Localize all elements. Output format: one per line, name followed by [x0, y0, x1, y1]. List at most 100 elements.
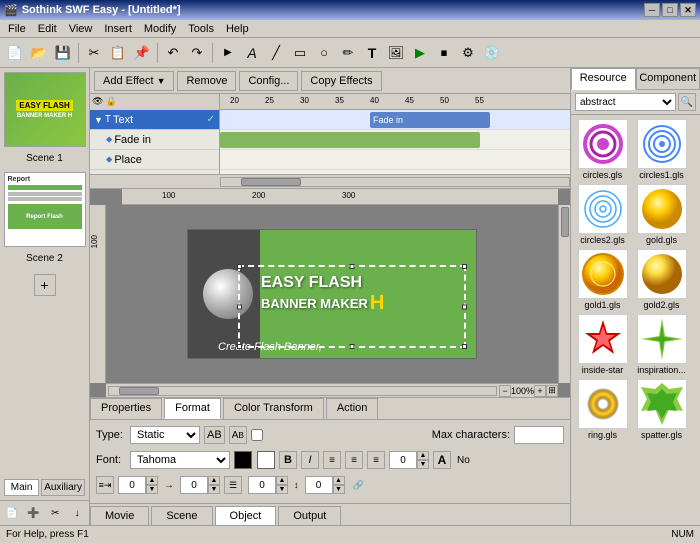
resource-circles1[interactable]: circles1.gls [634, 119, 689, 180]
canvas-hscroll-thumb[interactable] [119, 387, 159, 395]
line-button[interactable]: ╱ [265, 42, 287, 64]
tab-color-transform[interactable]: Color Transform [223, 398, 324, 419]
play-button[interactable]: ▶ [409, 42, 431, 64]
tab-properties[interactable]: Properties [90, 398, 162, 419]
font-select[interactable]: Tahoma [130, 451, 230, 469]
zoom-fit-button[interactable]: ⊞ [546, 385, 558, 397]
undo-button[interactable]: ↶ [162, 42, 184, 64]
tab-action[interactable]: Action [326, 398, 379, 419]
add-effect-button[interactable]: Add Effect ▼ [94, 71, 174, 91]
italic-button[interactable]: I [301, 451, 319, 469]
menu-modify[interactable]: Modify [138, 22, 182, 36]
expand-icon[interactable]: ▼ [94, 115, 103, 125]
scene-tool-2[interactable]: ➕ [25, 504, 43, 522]
text2-button[interactable]: T [361, 42, 383, 64]
cut-button[interactable]: ✂ [83, 42, 105, 64]
canvas-frame[interactable]: EASY FLASH BANNER MAKER H Create Flash B… [187, 229, 477, 359]
spacing-down[interactable]: ▼ [276, 485, 288, 494]
handle-left-mid[interactable] [237, 304, 242, 309]
export-button[interactable]: 💿 [481, 42, 503, 64]
search-button[interactable]: 🔍 [678, 93, 696, 111]
scene-1-thumb[interactable]: EASY FLASH BANNER MAKER H [4, 72, 86, 147]
font-color-picker[interactable] [234, 451, 252, 469]
timeline-scroll-thumb[interactable] [241, 178, 301, 186]
line-input[interactable] [305, 476, 333, 494]
add-scene-button[interactable]: + [34, 274, 56, 296]
close-button[interactable]: ✕ [680, 3, 696, 17]
size-a-button[interactable]: A [433, 451, 451, 469]
category-select[interactable]: abstract [575, 93, 676, 111]
timeline-track-place[interactable]: ⬥ Place [90, 150, 219, 170]
margin-down[interactable]: ▼ [208, 485, 220, 494]
remove-button[interactable]: Remove [177, 71, 236, 91]
scene-tool-3[interactable]: ✂ [47, 504, 65, 522]
resource-spatter[interactable]: spatter.gls [634, 379, 689, 440]
timeline-scrollbar[interactable] [90, 174, 570, 188]
canvas-vscroll[interactable] [558, 205, 570, 383]
indent-up[interactable]: ▲ [146, 476, 158, 485]
menu-insert[interactable]: Insert [98, 22, 138, 36]
ab-button[interactable]: AB [204, 426, 225, 444]
settings-button[interactable]: ⚙ [457, 42, 479, 64]
main-tab[interactable]: Main [4, 479, 39, 496]
tab-object[interactable]: Object [215, 506, 277, 525]
resource-inspiration[interactable]: inspiration... [634, 314, 689, 375]
handle-bottom-right[interactable] [462, 344, 467, 349]
timeline-block-fadein[interactable] [220, 132, 480, 148]
spacing-spin[interactable]: ▲ ▼ [248, 476, 288, 494]
tab-movie[interactable]: Movie [90, 506, 149, 525]
minimize-button[interactable]: ─ [644, 3, 660, 17]
bold-button[interactable]: B [279, 451, 297, 469]
copy-effects-button[interactable]: Copy Effects [301, 71, 381, 91]
max-chars-input[interactable] [514, 426, 564, 444]
timeline-track-stretch[interactable]: ⬥ Stretch [90, 170, 219, 174]
copy-button[interactable]: 📋 [107, 42, 129, 64]
new-button[interactable]: 📄 [4, 42, 26, 64]
tab-scene[interactable]: Scene [151, 506, 212, 525]
font-size-down[interactable]: ▼ [417, 460, 429, 469]
menu-file[interactable]: File [2, 22, 32, 36]
handle-bottom-left[interactable] [237, 344, 242, 349]
spacing-input[interactable] [248, 476, 276, 494]
format-checkbox[interactable] [251, 429, 263, 441]
pencil-button[interactable]: ✏ [337, 42, 359, 64]
text-button[interactable]: A [241, 42, 263, 64]
margin-input[interactable] [180, 476, 208, 494]
margin-up[interactable]: ▲ [208, 476, 220, 485]
handle-bottom-mid[interactable] [350, 344, 355, 349]
font-size-spin[interactable]: ▲ ▼ [389, 451, 429, 469]
config-button[interactable]: Config... [239, 71, 298, 91]
align-center-button[interactable]: ≡ [345, 451, 363, 469]
auxiliary-tab[interactable]: Auxiliary [41, 479, 85, 496]
rect-button[interactable]: ▭ [289, 42, 311, 64]
timeline-track-text[interactable]: ▼ T Text ✓ [90, 110, 219, 130]
indent-input[interactable] [118, 476, 146, 494]
list-button[interactable]: ☰ [224, 476, 242, 494]
canvas-vscroll-thumb[interactable] [561, 207, 569, 237]
font-size-up[interactable]: ▲ [417, 451, 429, 460]
save-button[interactable]: 💾 [52, 42, 74, 64]
zoom-in-button[interactable]: + [534, 385, 546, 397]
resource-circles[interactable]: circles.gls [575, 119, 630, 180]
indent-spin[interactable]: ▲ ▼ [118, 476, 158, 494]
handle-top-right[interactable] [462, 264, 467, 269]
menu-tools[interactable]: Tools [182, 22, 220, 36]
resource-ring[interactable]: ring.gls [575, 379, 630, 440]
zoom-out-button[interactable]: − [499, 385, 511, 397]
canvas-hscroll[interactable]: − 100% + ⊞ [106, 383, 558, 397]
line-down[interactable]: ▼ [333, 485, 345, 494]
image-button[interactable]: 🖼 [385, 42, 407, 64]
redo-button[interactable]: ↷ [186, 42, 208, 64]
handle-top-left[interactable] [237, 264, 242, 269]
tab-resource[interactable]: Resource [571, 68, 636, 90]
indent-down[interactable]: ▼ [146, 485, 158, 494]
paste-button[interactable]: 📌 [131, 42, 153, 64]
ellipse-button[interactable]: ○ [313, 42, 335, 64]
scene-tool-1[interactable]: 📄 [3, 504, 21, 522]
tab-output[interactable]: Output [278, 506, 341, 525]
resource-gold[interactable]: gold.gls [634, 184, 689, 245]
margin-spin[interactable]: ▲ ▼ [180, 476, 220, 494]
scene-2-thumb[interactable]: Report Report Flash [4, 172, 86, 247]
timeline-track-area[interactable]: 20 25 30 35 40 45 50 55 Fade in [220, 94, 570, 174]
stop-button[interactable]: ⏹ [433, 42, 455, 64]
